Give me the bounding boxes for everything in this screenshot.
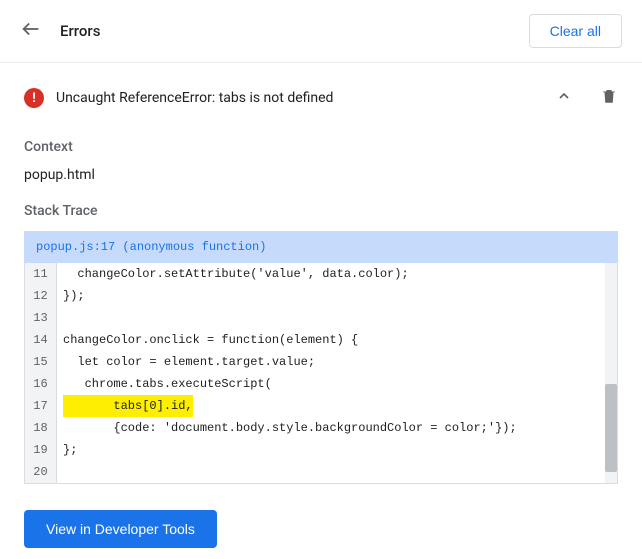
- header-left: Errors: [20, 18, 100, 44]
- line-number: 13: [25, 307, 57, 329]
- context-value: popup.html: [24, 167, 618, 183]
- code-row: 13: [25, 307, 617, 329]
- code-row: 11 changeColor.setAttribute('value', dat…: [25, 263, 617, 285]
- line-number: 17: [25, 395, 57, 417]
- line-number: 12: [25, 285, 57, 307]
- code-row: 17 tabs[0].id,: [25, 395, 617, 417]
- chevron-up-icon[interactable]: [556, 88, 572, 108]
- code-row: 16 chrome.tabs.executeScript(: [25, 373, 617, 395]
- clear-all-button[interactable]: Clear all: [529, 14, 622, 48]
- line-number: 20: [25, 461, 57, 483]
- page-title: Errors: [60, 22, 100, 40]
- code-row: 12});: [25, 285, 617, 307]
- highlighted-code: tabs[0].id,: [63, 395, 193, 417]
- error-item-right: [556, 87, 618, 109]
- scrollbar-thumb[interactable]: [605, 384, 617, 472]
- error-item-header: ! Uncaught ReferenceError: tabs is not d…: [24, 83, 618, 119]
- line-number: 11: [25, 263, 57, 285]
- trash-icon[interactable]: [600, 87, 618, 109]
- code-block: 11 changeColor.setAttribute('value', dat…: [24, 263, 618, 484]
- line-number: 14: [25, 329, 57, 351]
- code-row: 20: [25, 461, 617, 483]
- code-content: tabs[0].id,: [57, 395, 617, 417]
- scrollbar-track: [605, 263, 617, 483]
- stack-trace-header[interactable]: popup.js:17 (anonymous function): [24, 231, 618, 263]
- error-icon: !: [24, 88, 44, 108]
- context-label: Context: [24, 139, 618, 155]
- code-row: 18 {code: 'document.body.style.backgroun…: [25, 417, 617, 439]
- view-developer-tools-button[interactable]: View in Developer Tools: [24, 510, 217, 548]
- header: Errors Clear all: [0, 0, 642, 63]
- code-content: let color = element.target.value;: [57, 351, 617, 373]
- line-number: 15: [25, 351, 57, 373]
- stack-trace-label: Stack Trace: [24, 203, 618, 219]
- code-content: [57, 307, 617, 329]
- line-number: 18: [25, 417, 57, 439]
- code-row: 14changeColor.onclick = function(element…: [25, 329, 617, 351]
- code-row: 19};: [25, 439, 617, 461]
- line-number: 16: [25, 373, 57, 395]
- line-number: 19: [25, 439, 57, 461]
- back-arrow-icon[interactable]: [20, 18, 42, 44]
- code-content: {code: 'document.body.style.backgroundCo…: [57, 417, 617, 439]
- error-message: Uncaught ReferenceError: tabs is not def…: [56, 90, 333, 106]
- code-content: changeColor.onclick = function(element) …: [57, 329, 617, 351]
- code-content: };: [57, 439, 617, 461]
- code-content: changeColor.setAttribute('value', data.c…: [57, 263, 617, 285]
- content-area: ! Uncaught ReferenceError: tabs is not d…: [0, 63, 642, 548]
- code-row: 15 let color = element.target.value;: [25, 351, 617, 373]
- code-content: [57, 461, 617, 483]
- error-item-left: ! Uncaught ReferenceError: tabs is not d…: [24, 88, 333, 108]
- code-content: chrome.tabs.executeScript(: [57, 373, 617, 395]
- code-content: });: [57, 285, 617, 307]
